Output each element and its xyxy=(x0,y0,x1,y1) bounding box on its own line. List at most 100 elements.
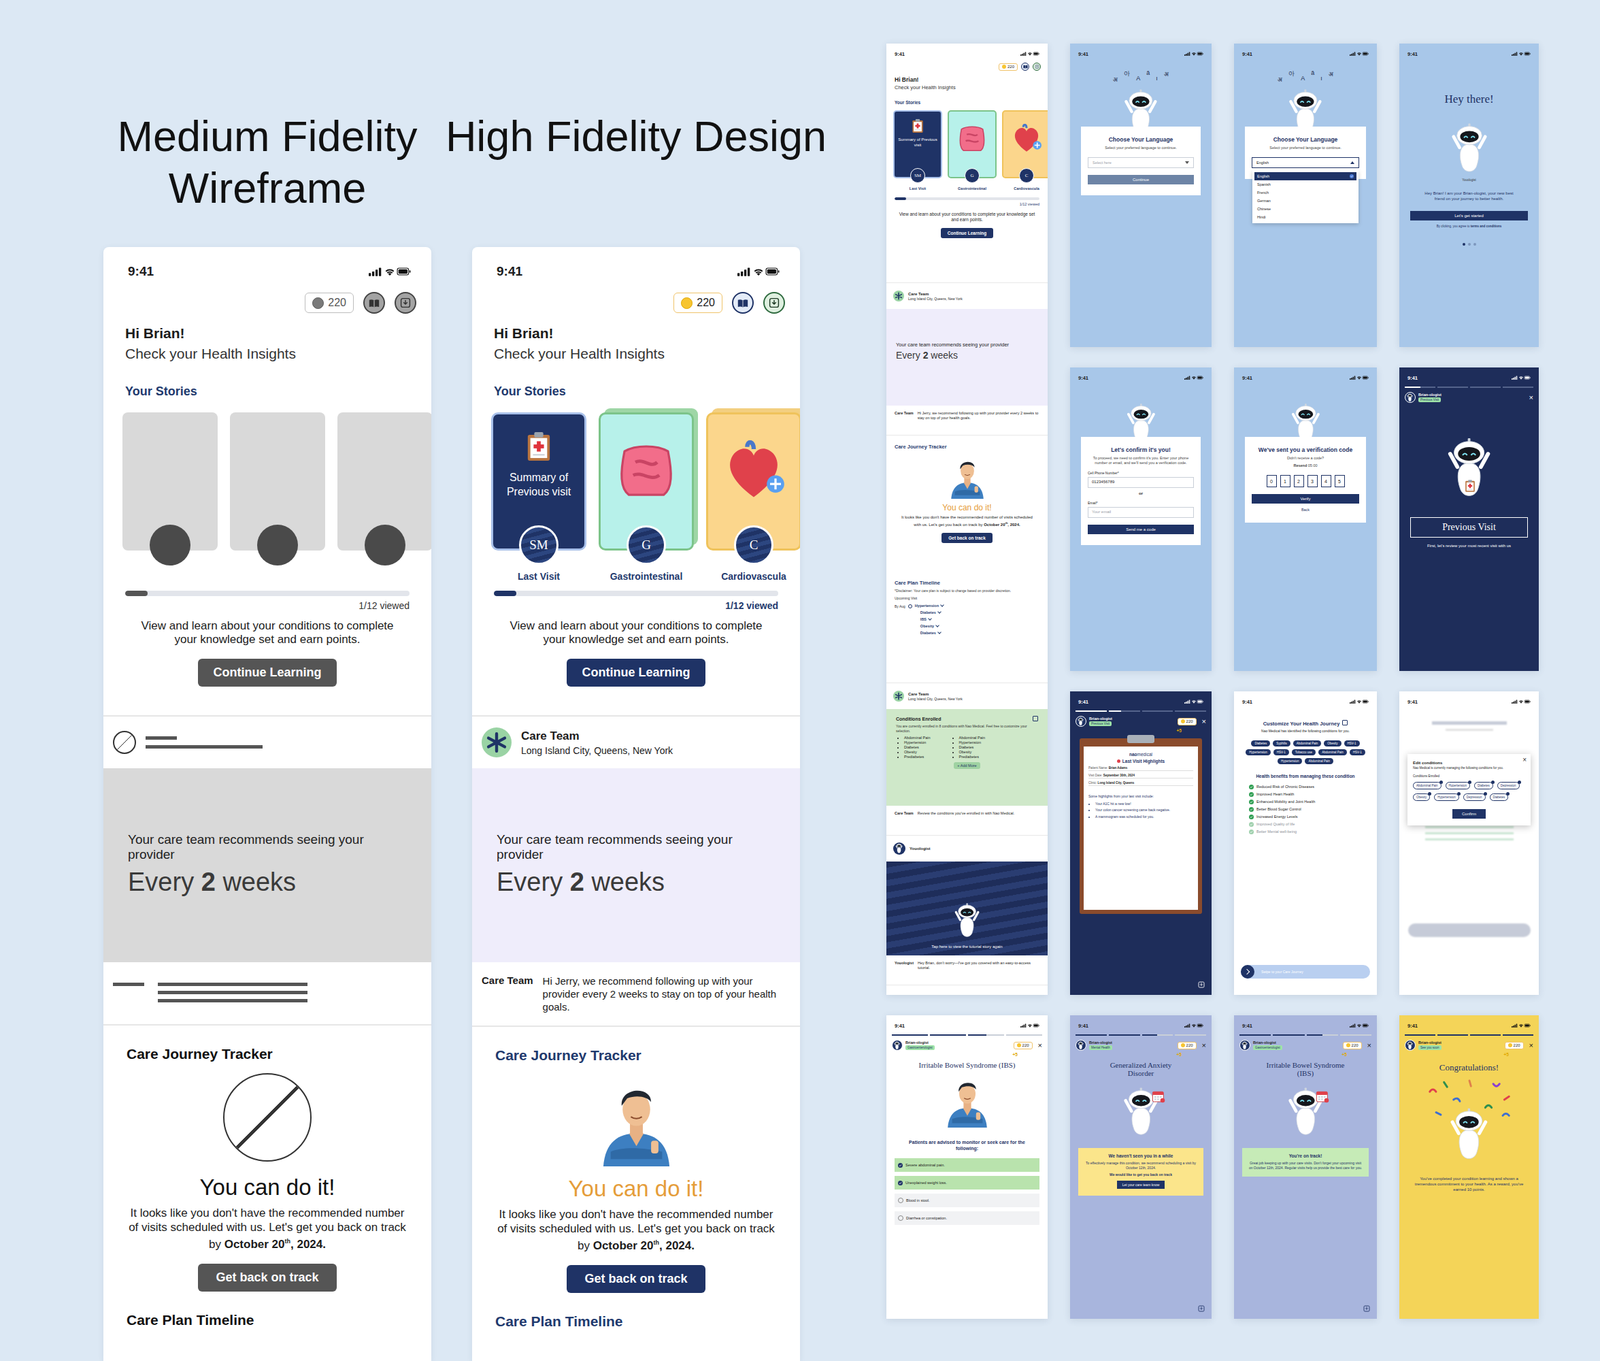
timeline-item[interactable]: IBS xyxy=(914,617,944,622)
tutorial-cta[interactable]: Tap here to view the tutorial story agai… xyxy=(931,944,1003,949)
code-input[interactable]: 012345 xyxy=(1251,474,1360,488)
close-button[interactable]: × xyxy=(1529,393,1534,402)
condition-chip[interactable]: Hypertension xyxy=(1445,781,1471,790)
email-input[interactable]: Your email xyxy=(1087,506,1194,518)
condition-chip[interactable]: HSV-1 xyxy=(1273,748,1290,756)
condition-chip[interactable]: Obesity xyxy=(1412,793,1430,801)
code-digit[interactable]: 2 xyxy=(1293,474,1305,488)
download-button[interactable] xyxy=(1363,1304,1371,1312)
back-link[interactable]: Back xyxy=(1251,507,1360,512)
story-card[interactable] xyxy=(122,412,218,591)
get-started-button[interactable]: Let's get started xyxy=(1410,210,1528,221)
condition-chip[interactable]: Hypertension xyxy=(1245,748,1271,756)
condition-chip[interactable]: Hypertension xyxy=(1434,793,1460,801)
library-button[interactable] xyxy=(363,291,386,314)
download-button[interactable] xyxy=(1032,62,1041,71)
points-badge[interactable]: 220 xyxy=(1504,1041,1524,1049)
condition-chip[interactable]: Diabetes xyxy=(1474,781,1494,790)
code-digit[interactable]: 5 xyxy=(1334,474,1345,488)
verify-button[interactable]: Verify xyxy=(1251,493,1360,504)
resend-link[interactable]: Resend xyxy=(1293,463,1307,468)
condition-chip[interactable]: HSV-1 xyxy=(1349,748,1366,756)
condition-chip[interactable]: Diabetes xyxy=(1489,793,1509,801)
close-button[interactable]: × xyxy=(1202,717,1207,726)
points-badge[interactable]: 220 xyxy=(1177,1041,1197,1049)
close-button[interactable]: × xyxy=(1367,1041,1372,1049)
timeline-item[interactable]: Hypertension xyxy=(914,603,944,608)
story-card[interactable]: G Gastrointestinal xyxy=(598,412,694,591)
language-option[interactable]: French xyxy=(1254,188,1357,197)
story-card[interactable]: Summary of Previous visit SM Last Visit xyxy=(491,412,587,591)
condition-chip[interactable]: Abdominal Pain xyxy=(1412,781,1442,790)
condition-chip[interactable]: Tobacco use xyxy=(1291,748,1316,756)
story-card[interactable]: Summary of Previous visit SM Last Visit xyxy=(893,110,943,191)
story-card[interactable]: C Cardiovascula xyxy=(1002,110,1048,191)
phone-input[interactable]: 0123456789 xyxy=(1087,476,1194,488)
tutorial-banner[interactable]: Tap here to view the tutorial story agai… xyxy=(886,861,1048,956)
condition-chip[interactable]: Diabetes xyxy=(1251,740,1271,747)
library-button[interactable] xyxy=(731,291,754,314)
continue-learning-button[interactable]: Continue Learning xyxy=(566,658,706,687)
language-option[interactable]: Hindi xyxy=(1254,212,1357,222)
download-button[interactable] xyxy=(1197,980,1205,988)
symptom-item[interactable]: Diarrhea or constipation. xyxy=(894,1210,1040,1225)
condition-chip[interactable]: Depression xyxy=(1497,781,1520,790)
points-badge[interactable]: 220 xyxy=(1177,717,1197,726)
language-option[interactable]: Chinese xyxy=(1254,204,1357,213)
condition-chip[interactable]: Syphilis xyxy=(1272,740,1291,747)
condition-chip[interactable]: Abdominal Pain xyxy=(1304,757,1334,764)
points-badge[interactable]: 220 xyxy=(1013,1041,1033,1049)
remove-icon[interactable] xyxy=(1439,780,1443,784)
download-button[interactable] xyxy=(394,291,417,314)
get-back-on-track-button[interactable]: Get back on track xyxy=(941,532,993,543)
code-digit[interactable]: 3 xyxy=(1307,474,1318,488)
swipe-control[interactable]: Swipe to your Care Journey xyxy=(1240,964,1371,979)
points-badge[interactable]: 220 xyxy=(1342,1041,1362,1049)
remove-icon[interactable] xyxy=(1427,791,1432,796)
condition-chip[interactable]: HSV-1 xyxy=(1344,740,1360,747)
condition-chip[interactable]: Abdominal Pain xyxy=(1293,740,1322,747)
remove-icon[interactable] xyxy=(1491,780,1495,784)
story-card[interactable] xyxy=(337,412,432,591)
language-select[interactable]: Select here xyxy=(1087,157,1194,169)
remove-icon[interactable] xyxy=(1457,791,1461,796)
timeline-item[interactable]: Diabetes xyxy=(914,610,944,615)
language-option[interactable]: Spanish xyxy=(1254,180,1357,189)
add-more-button[interactable]: + Add More xyxy=(953,761,980,769)
download-button[interactable] xyxy=(763,291,786,314)
remove-icon[interactable] xyxy=(1506,791,1510,796)
continue-learning-button[interactable]: Continue Learning xyxy=(940,227,994,239)
edit-icon[interactable] xyxy=(1342,719,1348,726)
points-badge[interactable]: 220 xyxy=(673,292,723,313)
remove-icon[interactable] xyxy=(1483,791,1488,796)
symptom-item[interactable]: Severe abdominal pain. xyxy=(894,1157,1040,1172)
confirm-button[interactable]: Confirm xyxy=(1452,808,1486,819)
symptom-item[interactable]: Blood in stool. xyxy=(894,1193,1040,1207)
code-digit[interactable]: 0 xyxy=(1266,474,1277,488)
story-card[interactable]: C Cardiovascula xyxy=(706,412,800,591)
condition-chip[interactable]: Hypertension xyxy=(1277,757,1303,764)
page-dot[interactable] xyxy=(1473,242,1477,246)
code-digit[interactable]: 4 xyxy=(1321,474,1332,488)
notify-care-team-button[interactable]: Let your care team know xyxy=(1117,1180,1166,1189)
close-button[interactable]: × xyxy=(1522,755,1527,764)
page-dot[interactable] xyxy=(1462,242,1466,246)
remove-icon[interactable] xyxy=(1468,780,1472,784)
condition-chip[interactable]: Depression xyxy=(1463,793,1486,801)
page-dot[interactable] xyxy=(1468,242,1471,246)
get-back-on-track-button[interactable]: Get back on track xyxy=(197,1263,337,1292)
language-select[interactable]: English EnglishSpanishFrenchGermanChines… xyxy=(1251,157,1360,169)
edit-icon[interactable] xyxy=(1032,715,1039,722)
close-button[interactable]: × xyxy=(1038,1041,1043,1049)
points-badge[interactable]: 220 xyxy=(304,292,354,313)
condition-chip[interactable]: Obesity xyxy=(1323,740,1341,747)
send-code-button[interactable]: Send me a code xyxy=(1087,524,1194,535)
code-digit[interactable]: 1 xyxy=(1280,474,1291,488)
language-option[interactable]: English xyxy=(1254,172,1357,181)
story-card[interactable]: G Gastrointestinal xyxy=(947,110,997,191)
story-card[interactable] xyxy=(229,412,326,591)
remove-icon[interactable] xyxy=(1517,780,1522,784)
timeline-item[interactable]: Diabetes xyxy=(914,630,944,635)
close-button[interactable]: × xyxy=(1529,1041,1534,1049)
close-button[interactable]: × xyxy=(1202,1041,1207,1049)
